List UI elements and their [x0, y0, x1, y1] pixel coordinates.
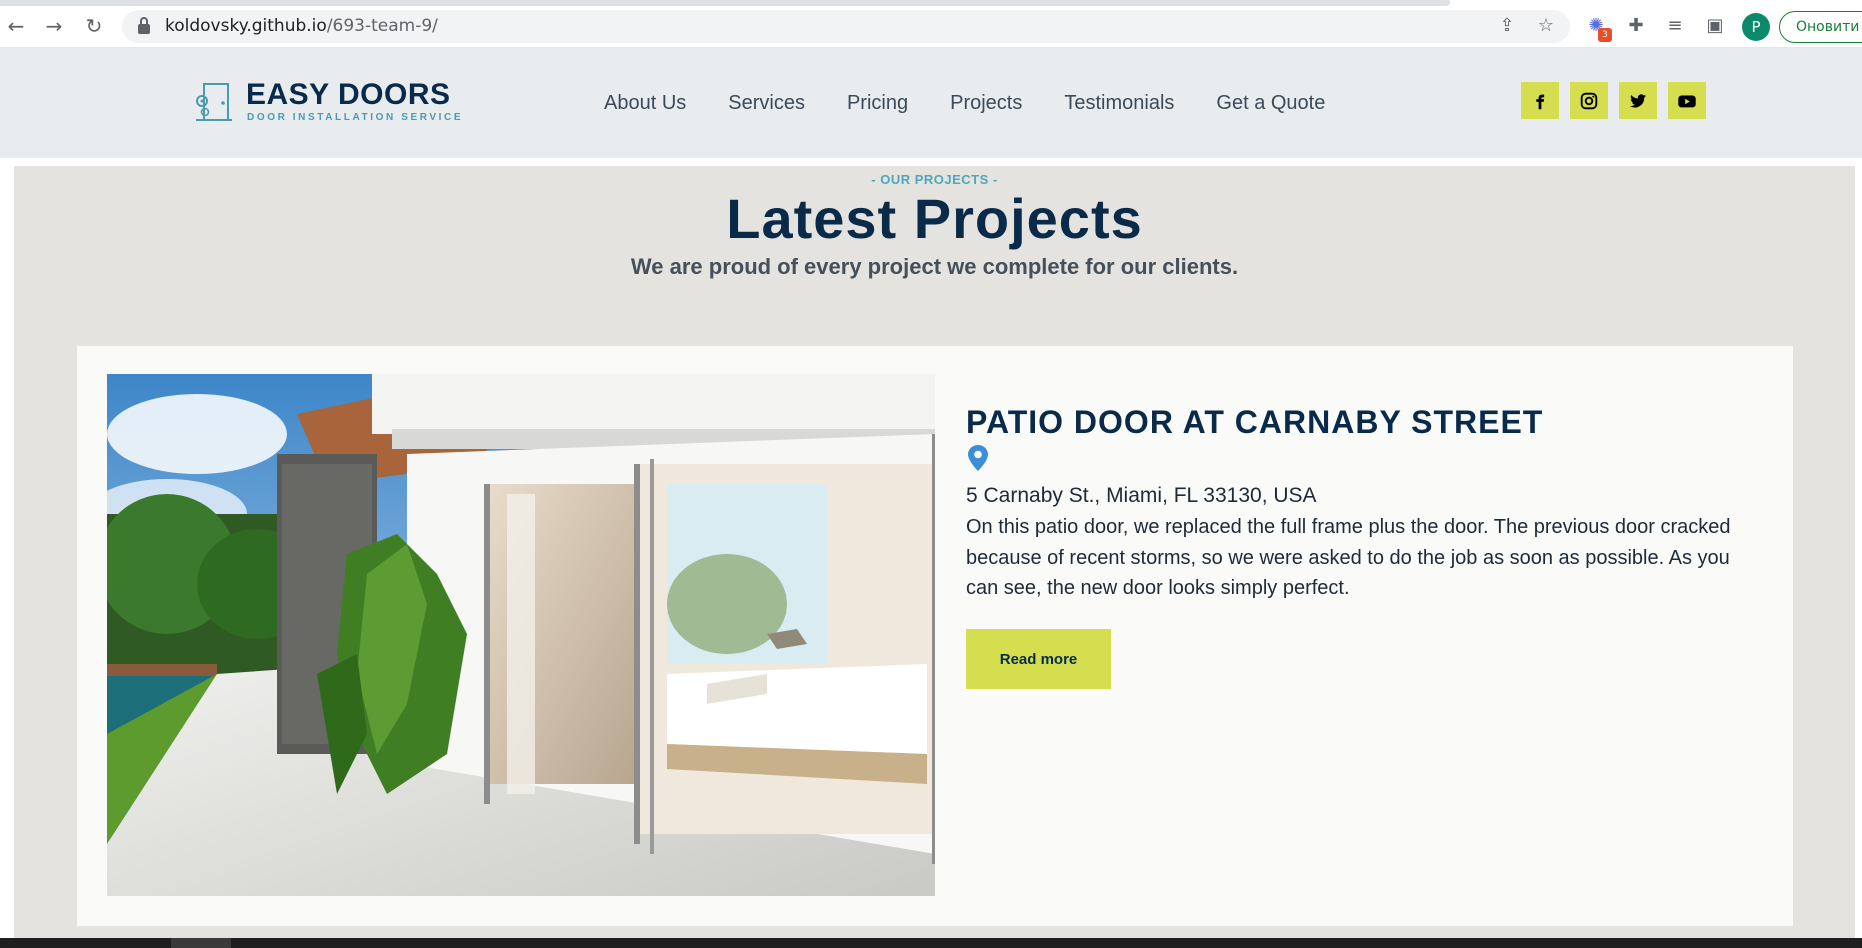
tab-strip: [0, 0, 1450, 6]
facebook-link[interactable]: [1521, 82, 1559, 119]
section-subtitle: We are proud of every project we complet…: [630, 254, 1239, 279]
url-path: /693-team-9/: [326, 16, 438, 36]
forward-icon[interactable]: →: [42, 14, 66, 38]
logo-subtitle: DOOR INSTALLATION SERVICE: [247, 112, 464, 123]
os-taskbar: [0, 938, 1862, 948]
nav-services[interactable]: Services: [728, 92, 805, 115]
nav-pricing[interactable]: Pricing: [847, 92, 908, 115]
playlist-icon[interactable]: ≡: [1663, 14, 1687, 38]
youtube-link[interactable]: [1668, 82, 1706, 119]
instagram-icon: [1580, 92, 1598, 109]
logo-title[interactable]: EASY DOORS: [246, 78, 451, 112]
twitter-link[interactable]: [1619, 82, 1657, 119]
youtube-icon: [1678, 95, 1696, 107]
instagram-link[interactable]: [1570, 82, 1608, 119]
section-eyebrow: - OUR PROJECTS -: [871, 172, 998, 187]
door-logo-icon[interactable]: [192, 81, 234, 123]
nav-about-us[interactable]: About Us: [604, 92, 686, 115]
avatar[interactable]: P: [1742, 13, 1770, 41]
nav-projects[interactable]: Projects: [950, 92, 1022, 115]
nav-testimonials[interactable]: Testimonials: [1064, 92, 1174, 115]
puzzle-icon[interactable]: ✚: [1624, 14, 1648, 38]
share-icon[interactable]: ⇪: [1497, 16, 1517, 36]
url-text[interactable]: koldovsky.github.io/693-team-9/: [165, 16, 438, 36]
browser-toolbar: ← → ↻ koldovsky.github.io/693-team-9/ ⇪ …: [0, 0, 1862, 48]
project-photo: [107, 374, 935, 896]
update-button[interactable]: Оновити: [1779, 11, 1862, 43]
extension-badge: 3: [1598, 28, 1612, 42]
project-card: PATIO DOOR AT CARNABY STREET 5 Carnaby S…: [77, 346, 1793, 926]
star-icon[interactable]: ☆: [1536, 16, 1556, 36]
taskbar-item[interactable]: [171, 938, 231, 948]
project-title: PATIO DOOR AT CARNABY STREET: [966, 404, 1544, 440]
project-address: 5 Carnaby St., Miami, FL 33130, USA: [966, 484, 1317, 507]
location-pin-icon: [968, 445, 988, 471]
section-title: Latest Projects: [726, 187, 1143, 250]
url-host: koldovsky.github.io: [165, 16, 327, 36]
social-links: [1521, 82, 1717, 119]
projects-section: - OUR PROJECTS - Latest Projects We are …: [14, 166, 1855, 948]
lock-icon: [138, 17, 150, 34]
facebook-icon: [1536, 94, 1545, 109]
reload-icon[interactable]: ↻: [82, 14, 106, 38]
twitter-icon: [1629, 93, 1647, 108]
nav-get-a-quote[interactable]: Get a Quote: [1216, 92, 1325, 115]
sidepanel-icon[interactable]: ▣: [1703, 14, 1727, 38]
main-nav: About Us Services Pricing Projects Testi…: [604, 92, 1367, 115]
project-description: On this patio door, we replaced the full…: [966, 516, 1731, 599]
back-icon[interactable]: ←: [4, 14, 28, 38]
read-more-button[interactable]: Read more: [966, 629, 1111, 689]
